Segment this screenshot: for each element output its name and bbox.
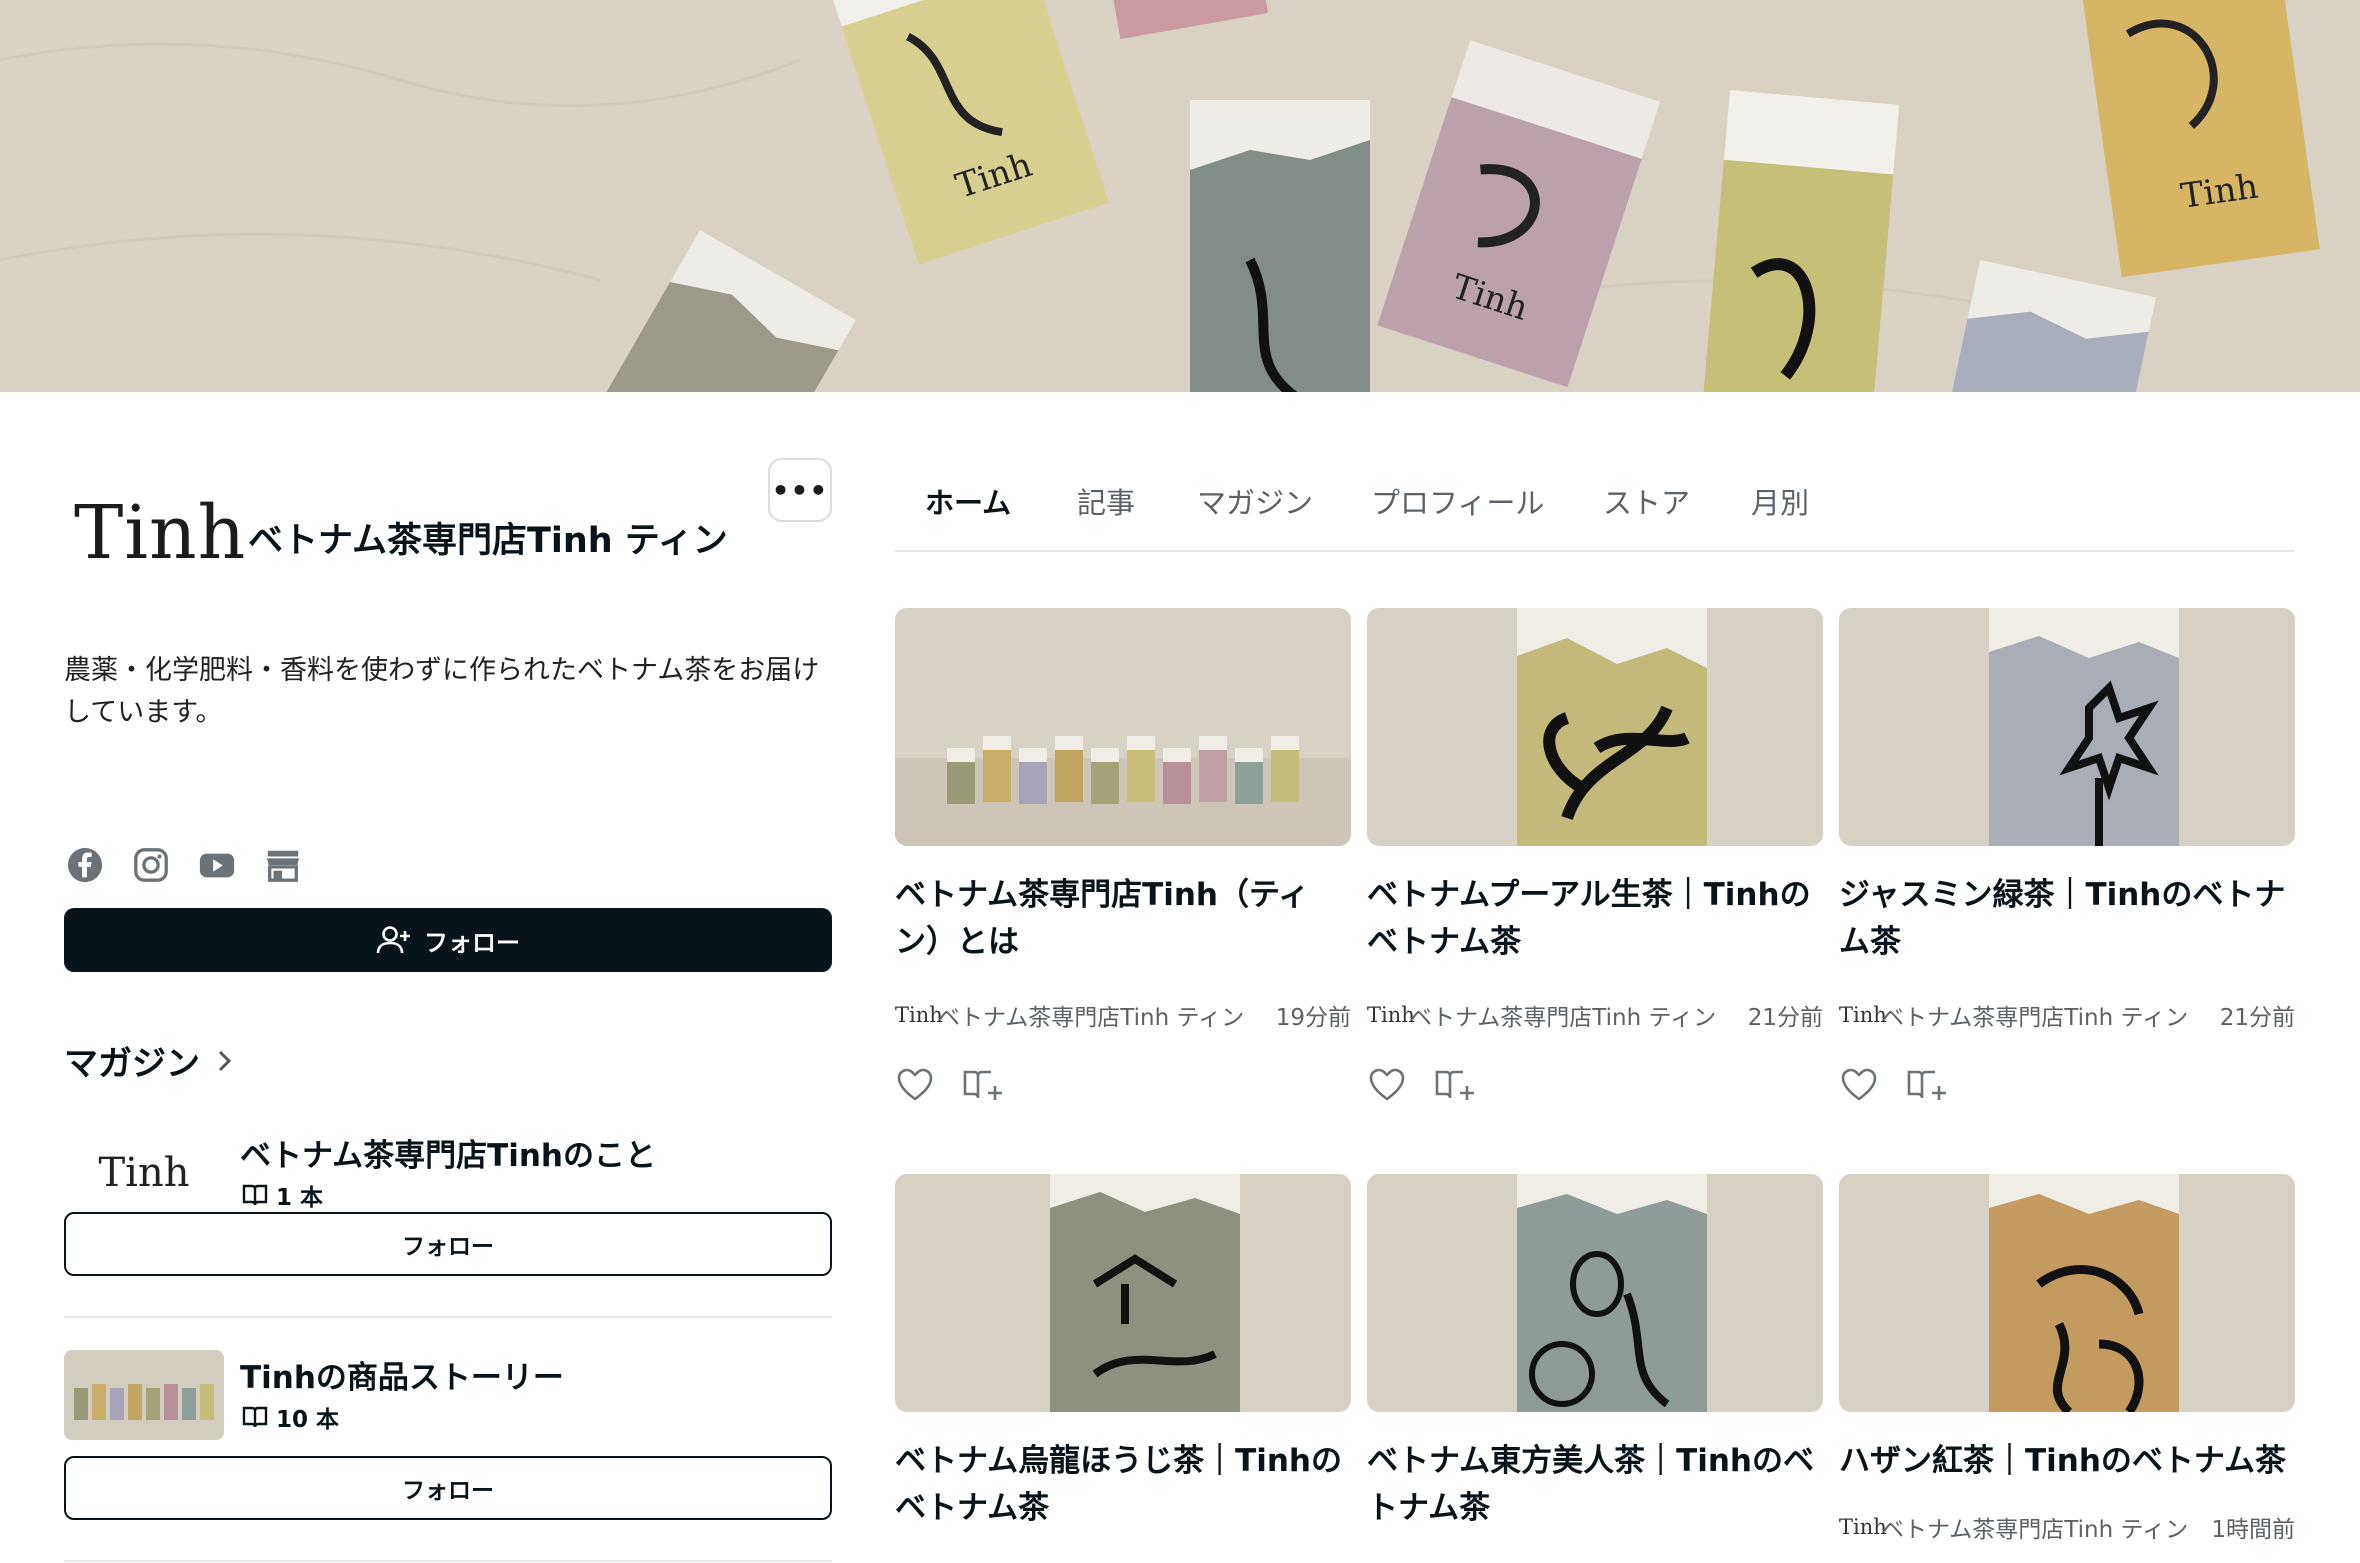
article-actions	[1841, 1068, 1947, 1102]
add-to-magazine-icon[interactable]	[1907, 1068, 1947, 1102]
author-avatar[interactable]: Tinh	[1839, 1003, 1887, 1027]
article-meta: Tinh ベトナム茶専門店Tinh ティン 21分前	[1367, 998, 1823, 1032]
add-to-magazine-icon[interactable]	[1435, 1068, 1475, 1102]
author-name[interactable]: ベトナム茶専門店Tinh ティン	[1881, 998, 2220, 1032]
article-actions	[897, 1068, 1003, 1102]
author-name[interactable]: ベトナム茶専門店Tinh ティン	[937, 998, 1276, 1032]
magazine-heading: マガジン	[64, 1044, 200, 1084]
heart-icon[interactable]	[1369, 1068, 1405, 1102]
article-thumbnail[interactable]	[1367, 608, 1823, 846]
article-title[interactable]: ハザン紅茶｜Tinhのベトナム茶	[1839, 1438, 2295, 1485]
magazine-title[interactable]: Tinhの商品ストーリー	[240, 1352, 564, 1397]
magazine-thumbnail[interactable]: Tinh	[64, 1128, 224, 1218]
article-title[interactable]: ベトナム東方美人茶｜Tinhのベトナム茶	[1367, 1438, 1823, 1532]
article-meta: Tinh ベトナム茶専門店Tinh ティン 21分前	[1839, 998, 2295, 1032]
magazine-thumbnail[interactable]	[64, 1350, 224, 1440]
author-name[interactable]: ベトナム茶専門店Tinh ティン	[1409, 998, 1748, 1032]
youtube-icon[interactable]	[198, 846, 236, 884]
book-icon	[242, 1184, 268, 1206]
article-thumbnail[interactable]	[895, 608, 1351, 846]
article-thumbnail[interactable]	[1839, 1174, 2295, 1412]
magazine-title[interactable]: ベトナム茶専門店Tinhのこと	[240, 1130, 656, 1175]
magazine-section-link[interactable]: マガジン	[64, 1036, 234, 1085]
add-to-magazine-icon[interactable]	[963, 1068, 1003, 1102]
creator-logo[interactable]: Tinh	[74, 490, 246, 576]
magazine-follow-button[interactable]: フォロー	[64, 1212, 832, 1276]
post-time: 1時間前	[2211, 1517, 2295, 1543]
social-links	[66, 846, 302, 884]
chevron-right-icon	[218, 1050, 232, 1071]
article-title[interactable]: ベトナム茶専門店Tinh（ティン）とは	[895, 872, 1351, 966]
add-user-icon	[376, 926, 410, 954]
tab-articles[interactable]: 記事	[1077, 480, 1135, 522]
article-thumbnail[interactable]	[1839, 608, 2295, 846]
store-icon[interactable]	[264, 846, 302, 884]
author-avatar[interactable]: Tinh	[1839, 1515, 1887, 1539]
article-thumbnail[interactable]	[1367, 1174, 1823, 1412]
tab-profile[interactable]: プロフィール	[1371, 480, 1544, 522]
tab-monthly[interactable]: 月別	[1751, 480, 1809, 522]
tab-store[interactable]: ストア	[1603, 480, 1690, 522]
divider	[64, 1560, 832, 1562]
article-thumbnail[interactable]	[895, 1174, 1351, 1412]
post-time: 19分前	[1275, 1005, 1351, 1031]
profile-tabs: ホーム 記事 マガジン プロフィール ストア 月別	[895, 480, 2295, 639]
article-title[interactable]: ベトナムプーアル生茶｜Tinhのベトナム茶	[1367, 872, 1823, 966]
magazine-count: 1 本	[242, 1178, 323, 1212]
header-banner-image: Tinh Tinh Tinh	[0, 0, 2360, 392]
tab-home[interactable]: ホーム	[925, 480, 1011, 522]
post-time: 21分前	[2219, 1005, 2295, 1031]
article-meta: Tinh ベトナム茶専門店Tinh ティン 1時間前	[1839, 1510, 2295, 1544]
facebook-icon[interactable]	[66, 846, 104, 884]
article-title[interactable]: ジャスミン緑茶｜Tinhのベトナム茶	[1839, 872, 2295, 966]
book-icon	[242, 1406, 268, 1428]
follow-creator-button[interactable]: フォロー	[64, 908, 832, 972]
heart-icon[interactable]	[897, 1068, 933, 1102]
instagram-icon[interactable]	[132, 846, 170, 884]
article-meta: Tinh ベトナム茶専門店Tinh ティン 19分前	[895, 998, 1351, 1032]
creator-bio: 農薬・化学肥料・香料を使わずに作られたベトナム茶をお届けしています。	[64, 655, 820, 728]
heart-icon[interactable]	[1841, 1068, 1877, 1102]
divider	[64, 1316, 832, 1318]
post-time: 21分前	[1747, 1005, 1823, 1031]
magazine-follow-button[interactable]: フォロー	[64, 1456, 832, 1520]
article-title[interactable]: ベトナム烏龍ほうじ茶｜Tinhのベトナム茶	[895, 1438, 1351, 1532]
article-actions	[1369, 1068, 1475, 1102]
author-avatar[interactable]: Tinh	[1367, 1003, 1415, 1027]
author-name[interactable]: ベトナム茶専門店Tinh ティン	[1881, 1510, 2211, 1544]
magazine-count: 10 本	[242, 1400, 339, 1434]
follow-label: フォロー	[424, 928, 520, 957]
creator-name[interactable]: ベトナム茶専門店Tinh ティン	[248, 512, 728, 563]
author-avatar[interactable]: Tinh	[895, 1003, 943, 1027]
profile-page: { "creator": { "logo_text": "Tinh", "nam…	[0, 0, 2360, 1563]
more-options-button[interactable]: •••	[768, 458, 832, 522]
tab-magazines[interactable]: マガジン	[1197, 480, 1313, 522]
